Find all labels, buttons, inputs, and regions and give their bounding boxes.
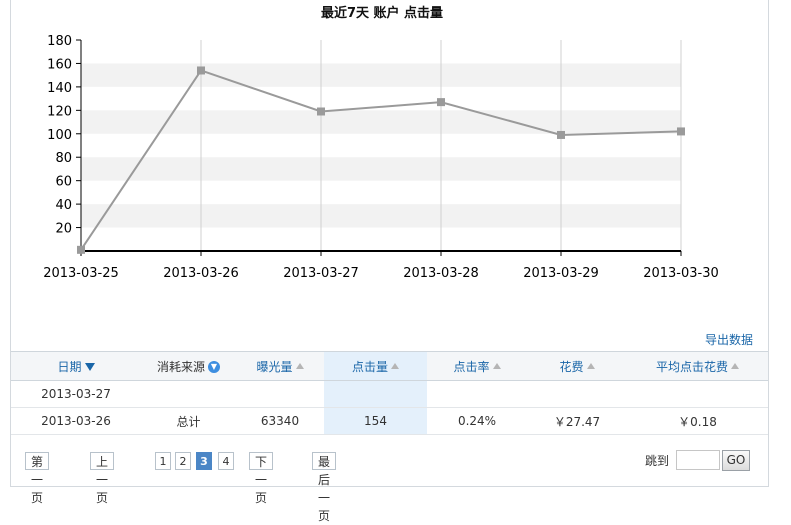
page-4-button[interactable]: 4 (218, 452, 234, 470)
col-clicks-label: 点击量 (351, 359, 388, 374)
y-tick-label: 40 (55, 198, 72, 213)
x-tick-label: 2013-03-30 (643, 266, 719, 281)
x-tick-label: 2013-03-27 (283, 266, 359, 281)
jump-page-input[interactable] (676, 450, 720, 470)
cell-source (141, 380, 236, 408)
export-data-link[interactable]: 导出数据 (705, 331, 753, 348)
sort-icon (391, 363, 399, 369)
grid-bands (81, 63, 681, 228)
y-tick-label: 20 (55, 222, 72, 237)
col-avg-cpc-label: 平均点击花费 (655, 359, 728, 374)
y-tick-label: 140 (47, 81, 72, 96)
col-ctr-header[interactable]: 点击率 (427, 351, 527, 381)
data-point (677, 127, 685, 136)
x-tick-label: 2013-03-29 (523, 266, 599, 281)
cell-clicks: 154 (324, 407, 427, 435)
col-source-label: 消耗来源 (156, 359, 205, 374)
col-impressions-label: 曝光量 (256, 359, 293, 374)
col-cost-label: 花费 (559, 359, 584, 374)
stats-table: 日期 消耗来源 ▼ 曝光量 点击量 点击率 花费 平均点击花费 2013-03-2… (11, 351, 768, 435)
cell-impressions (236, 380, 324, 408)
cell-date: 2013-03-26 (11, 407, 141, 435)
cell-impressions: 63340 (236, 407, 324, 435)
sort-icon (295, 363, 304, 369)
col-clicks-header[interactable]: 点击量 (324, 351, 427, 381)
col-ctr-label: 点击率 (453, 359, 490, 374)
next-page-button[interactable]: 下一页 (249, 452, 274, 505)
y-tick-label: 180 (47, 34, 72, 49)
last-page-button[interactable]: 最后一页 (312, 452, 337, 523)
x-tick-label: 2013-03-28 (403, 266, 479, 281)
cell-date: 2013-03-27 (11, 380, 141, 408)
y-tick-label: 60 (55, 175, 72, 190)
page-2-button[interactable]: 2 (175, 452, 191, 470)
x-tick-label: 2013-03-26 (163, 266, 239, 281)
grid-band (81, 157, 681, 181)
x-tick-label: 2013-03-25 (43, 266, 119, 281)
sort-icon (586, 363, 595, 369)
col-avg-cpc-header[interactable]: 平均点击花费 (627, 351, 768, 381)
y-tick-label: 100 (47, 128, 72, 143)
clicks-line-chart: 最近7天 账户 点击量 20 40 60 80 100 120 140 160 180 2013… (43, 5, 719, 281)
x-axis: 2013-03-25 2013-03-26 2013-03-27 2013-03-28… (43, 250, 719, 281)
grid-band (81, 63, 681, 87)
table-row: 2013-03-26 总计 63340 154 0.24% ￥27.47 ￥0.… (11, 407, 768, 435)
data-point (557, 130, 565, 139)
cell-source: 总计 (141, 407, 236, 435)
col-source-header[interactable]: 消耗来源 ▼ (141, 351, 236, 381)
dropdown-circle-icon[interactable]: ▼ (208, 361, 220, 373)
cell-avg-cpc: ￥0.18 (627, 407, 768, 435)
y-tick-label: 80 (55, 151, 72, 166)
col-cost-header[interactable]: 花费 (527, 351, 627, 381)
cell-cost: ￥27.47 (527, 407, 627, 435)
data-point (317, 107, 325, 116)
sort-icon (492, 363, 501, 369)
page-3-button[interactable]: 3 (196, 452, 212, 470)
y-axis: 20 40 60 80 100 120 140 160 180 (47, 34, 82, 251)
go-button[interactable]: GO (722, 450, 750, 471)
chart-title: 最近7天 账户 点击量 (321, 5, 443, 21)
table-row: 2013-03-27 (11, 380, 768, 408)
sort-icon (731, 363, 739, 369)
sort-desc-icon (84, 363, 95, 371)
col-impressions-header[interactable]: 曝光量 (236, 351, 324, 381)
data-point (197, 66, 205, 75)
cell-avg-cpc (627, 380, 768, 408)
grid-band (81, 204, 681, 228)
first-page-button[interactable]: 第一页 (25, 452, 50, 505)
table-header-row: 日期 消耗来源 ▼ 曝光量 点击量 点击率 花费 平均点击花费 (11, 351, 768, 381)
cell-cost (527, 380, 627, 408)
y-tick-label: 160 (47, 57, 72, 72)
cell-ctr (427, 380, 527, 408)
col-date-header[interactable]: 日期 (11, 351, 141, 381)
jump-to-label: 跳到 (645, 454, 670, 468)
data-point (437, 98, 445, 107)
cell-ctr: 0.24% (427, 407, 527, 435)
cell-clicks (324, 380, 427, 408)
y-tick-label: 120 (47, 104, 72, 119)
data-point (77, 245, 85, 254)
page-1-button[interactable]: 1 (155, 452, 171, 470)
prev-page-button[interactable]: 上一页 (90, 452, 115, 505)
col-date-label: 日期 (57, 359, 82, 374)
